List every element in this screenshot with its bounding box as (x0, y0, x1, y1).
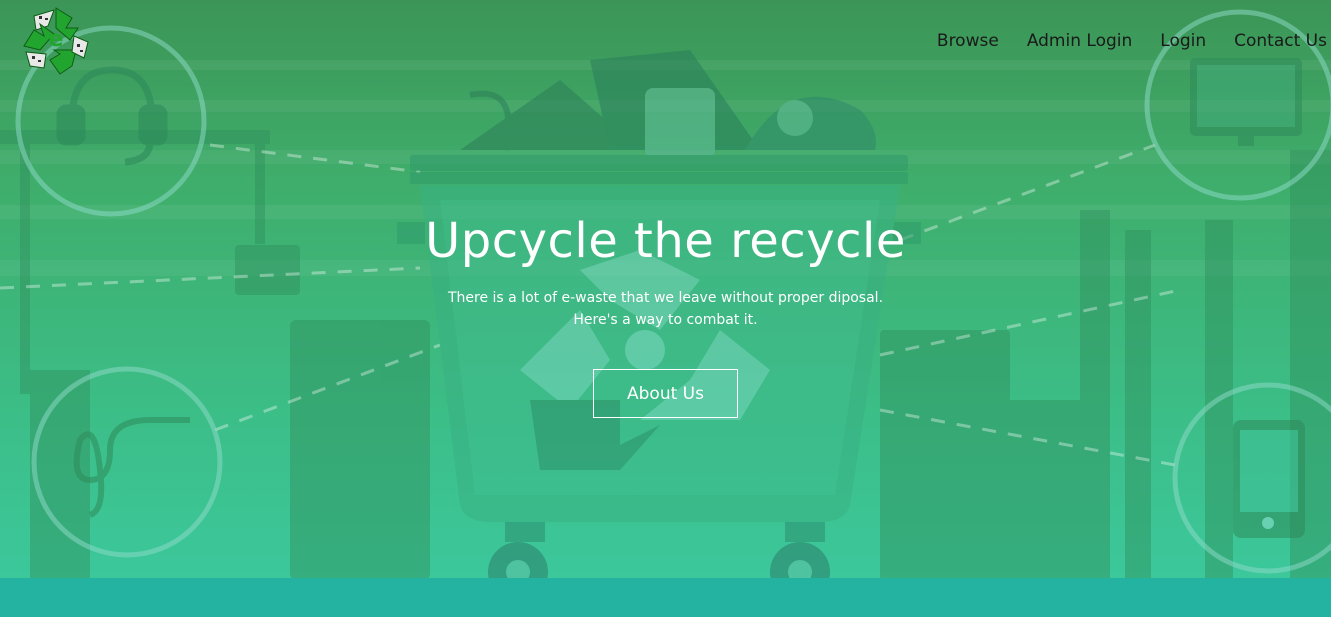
recycle-logo-icon[interactable]: e (20, 6, 92, 76)
hero-subtitle-line1: There is a lot of e-waste that we leave … (447, 290, 884, 306)
hero-title: Upcycle the recycle (425, 213, 906, 269)
nav-admin-login-link[interactable]: Admin Login (1027, 30, 1132, 52)
about-us-button[interactable]: About Us (593, 369, 738, 418)
nav-browse-link[interactable]: Browse (937, 30, 999, 52)
top-navigation: Browse Admin Login Login Contact Us (937, 30, 1327, 52)
logo-letter: e (49, 27, 64, 52)
headset-icon (56, 66, 168, 166)
hero-subtitle-line2: Here's a way to combat it. (573, 312, 758, 328)
monitor-icon (1190, 58, 1302, 146)
footer-strip (0, 578, 1331, 617)
phone-icon (1233, 420, 1305, 538)
landing-page: e Browse Admin Login Login Contact Us Up… (0, 0, 1331, 617)
cable-icon (73, 417, 190, 518)
hero-subtitle: There is a lot of e-waste that we leave … (0, 287, 1331, 331)
nav-contact-us-link[interactable]: Contact Us (1234, 30, 1327, 52)
nav-login-link[interactable]: Login (1160, 30, 1206, 52)
